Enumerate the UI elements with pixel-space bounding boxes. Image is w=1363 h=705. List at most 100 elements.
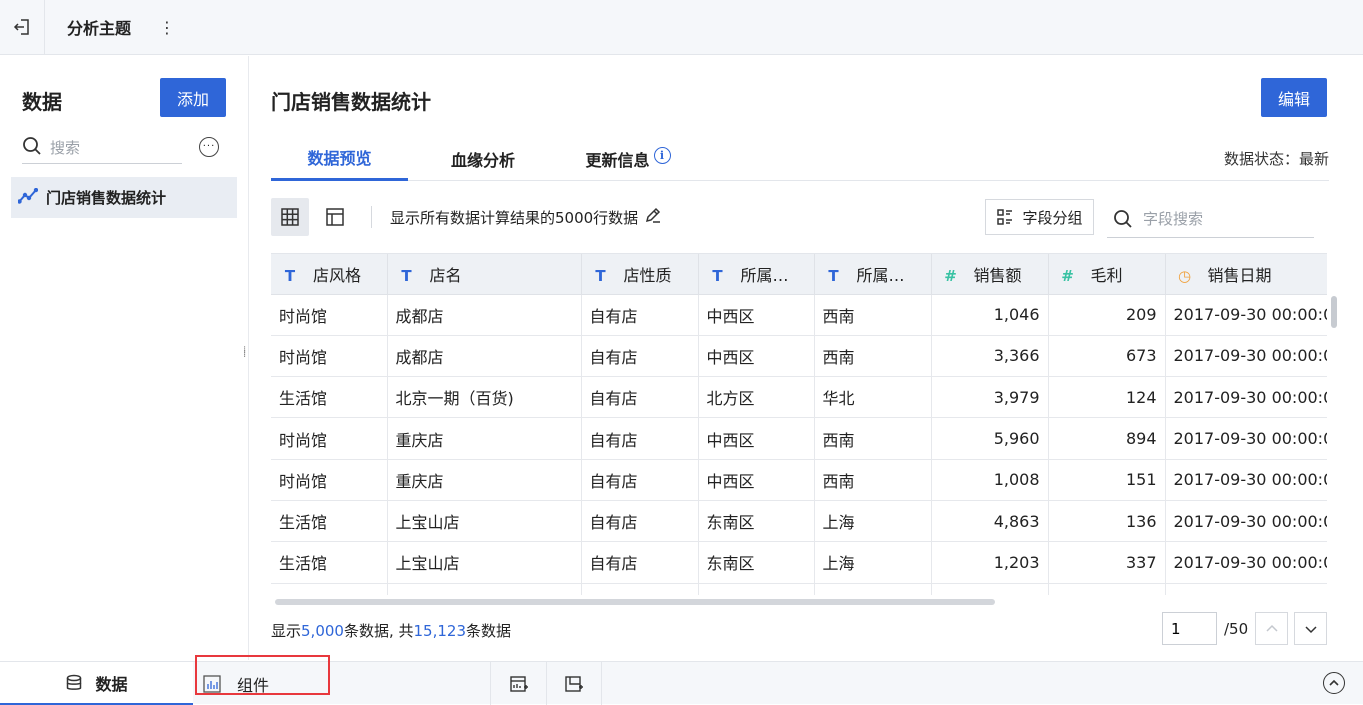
table-cell: 中西区 (698, 417, 815, 460)
dataset-trend-icon (17, 187, 39, 208)
table-cell: 生活馆 (271, 376, 388, 419)
table-cell: 北京一期（百货) (387, 376, 582, 419)
date-type-icon: ◷ (1177, 266, 1192, 285)
search-icon (22, 136, 42, 160)
table-cell: 2017-09-30 00:00:00 (1165, 335, 1327, 378)
tab-update-info[interactable]: 更新信息 i (573, 136, 683, 181)
text-type-icon: T (595, 266, 606, 285)
vertical-scrollbar-thumb[interactable] (1331, 296, 1337, 328)
edit-button[interactable]: 编辑 (1261, 78, 1327, 117)
table-cell: 华北 (814, 376, 932, 419)
sidebar-search-input[interactable] (50, 138, 170, 157)
table-cell: 时尚馆 (271, 294, 388, 336)
table-cell: 自有店 (581, 500, 699, 543)
page-number-input[interactable] (1162, 612, 1217, 645)
column-header-label: 所属… (856, 265, 905, 285)
column-header[interactable]: T 所属… (814, 254, 932, 295)
collapse-up-icon[interactable] (1323, 672, 1345, 694)
tab-label: 更新信息 (585, 150, 650, 170)
sidebar-item-store-sales[interactable]: 门店销售数据统计 (11, 177, 237, 218)
prev-page-button[interactable] (1255, 612, 1288, 645)
table-cell (1048, 583, 1166, 595)
table-cell: 1,046 (931, 294, 1049, 336)
table-cell: 124 (1048, 376, 1166, 419)
table-cell: 自有店 (581, 335, 699, 378)
main-panel: 门店销售数据统计 编辑 数据预览 血缘分析 更新信息 i 数据状态：最新 显示所… (250, 56, 1363, 660)
table-cell: 中西区 (698, 294, 815, 336)
column-header[interactable]: T 所属… (698, 254, 815, 295)
table-cell: 自有店 (581, 294, 699, 336)
number-type-icon: # (1061, 266, 1074, 285)
tab-lineage-analysis[interactable]: 血缘分析 (428, 136, 538, 181)
table-cell: 时尚馆 (271, 417, 388, 460)
chevron-down-icon (1304, 625, 1317, 633)
table-cell: 3,366 (931, 335, 1049, 378)
table-cell: 上宝山店 (387, 500, 582, 543)
table-cell: 上海 (814, 541, 932, 584)
field-group-button[interactable]: 字段分组 (985, 199, 1094, 235)
table-cell: 4,863 (931, 500, 1049, 543)
table-cell: 西南 (814, 417, 932, 460)
search-icon (1113, 209, 1133, 229)
table-cell: 时尚馆 (271, 583, 388, 595)
column-header-label: 销售额 (973, 265, 1022, 285)
table-cell: 1,008 (931, 459, 1049, 501)
panel-resize-handle[interactable]: ⁞ ⁞ (243, 346, 246, 360)
table-cell: 中西区 (698, 459, 815, 501)
column-header[interactable]: T 店性质 (581, 254, 699, 295)
exit-icon[interactable] (0, 0, 45, 55)
field-search (1107, 200, 1314, 238)
table-cell (931, 583, 1049, 595)
field-search-input[interactable] (1143, 209, 1303, 228)
horizontal-scrollbar-thumb[interactable] (275, 599, 995, 605)
record-count-middle: 条数据, 共 (343, 622, 414, 640)
sidebar-more-icon[interactable]: ··· (199, 137, 219, 157)
bottom-tab-label: 数据 (95, 674, 128, 694)
column-header[interactable]: # 销售额 (931, 254, 1049, 295)
table-cell: 华北 (814, 583, 932, 595)
table-cell: 上海 (814, 500, 932, 543)
table-cell: 西南 (814, 459, 932, 501)
column-header-label: 店性质 (623, 265, 672, 285)
column-header[interactable]: # 毛利 (1048, 254, 1166, 295)
table-cell: 东南区 (698, 500, 815, 543)
edit-pencil-icon[interactable] (644, 206, 662, 228)
info-icon[interactable]: i (653, 147, 671, 164)
sidebar-item-label: 门店销售数据统计 (46, 189, 167, 207)
table-cell: 自有店 (581, 583, 699, 595)
column-header[interactable]: ◷ 销售日期 (1165, 254, 1327, 295)
data-status: 数据状态：最新 (1223, 150, 1329, 168)
table-cell: 209 (1048, 294, 1166, 336)
more-options-icon[interactable]: ⋮ (159, 18, 175, 37)
column-header[interactable]: T 店名 (387, 254, 582, 295)
table-cell: 337 (1048, 541, 1166, 584)
table-cell: 136 (1048, 500, 1166, 543)
column-header-label: 毛利 (1090, 265, 1123, 285)
table-cell: 2017-09-30 00:00:00 (1165, 459, 1327, 501)
table-cell: 151 (1048, 459, 1166, 501)
table-row: 生活馆 北京一期（百货) 自有店 北方区 华北 3,979 124 2017-09-30 00… (271, 376, 1327, 419)
table-row: 时尚馆 成都店 自有店 中西区 西南 3,366 673 2017-09-30 00:00:0… (271, 335, 1327, 378)
table-cell: 自有店 (581, 541, 699, 584)
bottom-tab-data[interactable]: 数据 (0, 662, 193, 705)
tab-data-preview[interactable]: 数据预览 (271, 136, 408, 181)
layout-view-icon[interactable] (316, 198, 354, 236)
grid-view-icon[interactable] (271, 198, 309, 236)
next-page-button[interactable] (1294, 612, 1327, 645)
tab-label: 数据预览 (307, 149, 372, 168)
table-cell: 时尚馆 (271, 459, 388, 501)
field-group-label: 字段分组 (1022, 208, 1083, 227)
table-cell: 东南区 (698, 583, 815, 595)
add-dashboard-icon[interactable] (490, 662, 546, 705)
table-row: 时尚馆 重庆店 自有店 中西区 西南 1,008 151 2017-09-30 00:00:0… (271, 459, 1327, 501)
top-bar: 分析主题 ⋮ (0, 0, 1363, 55)
column-header-label: 所属… (740, 265, 789, 285)
add-story-icon[interactable] (546, 662, 602, 705)
table-row: 时尚馆 重庆店 自有店 中西区 西南 5,960 894 2017-09-30 00:00:0… (271, 417, 1327, 460)
add-data-button[interactable]: 添加 (160, 78, 226, 117)
table-cell: 2017-09-30 00:00:00 (1165, 376, 1327, 419)
horizontal-scrollbar[interactable] (271, 598, 1327, 606)
column-header[interactable]: T 店风格 (271, 254, 388, 295)
preview-toolbar: 显示所有数据计算结果的5000行数据 字段分组 (271, 196, 1329, 238)
page-title: 门店销售数据统计 (271, 90, 431, 114)
